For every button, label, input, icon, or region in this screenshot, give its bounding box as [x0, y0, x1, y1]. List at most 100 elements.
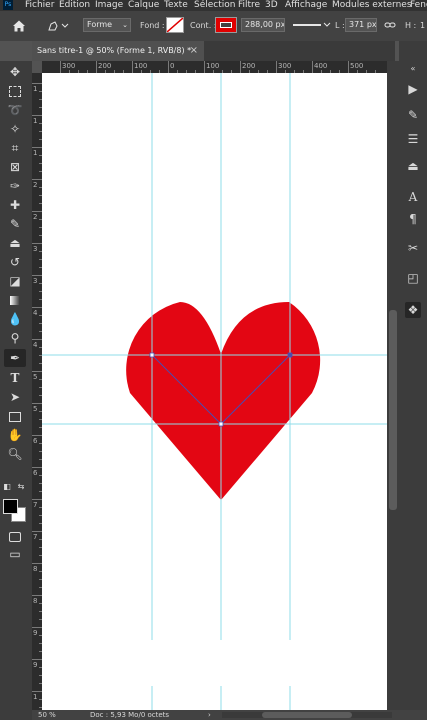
ruler-left-label: 9	[33, 629, 38, 637]
horizontal-scrollbar-thumb[interactable]	[262, 712, 352, 718]
ruler-left-tick	[32, 115, 42, 116]
ruler-top-tick	[168, 61, 169, 73]
adjustments-sliders-icon[interactable]: ☰	[405, 131, 421, 147]
ruler-left-tick	[32, 275, 42, 276]
tools-panel: ✥ ➰ ✧ ⌗ ⊠ ✑ ✚ ✎ ⏏ ↺ ◪ 💧 ⚲ ✒ T ➤ ✋ 🔍︎ ◧ ⇆…	[0, 61, 32, 720]
document-tab[interactable]: Sans titre-1 @ 50% (Forme 1, RVB/8) * ×	[32, 41, 204, 61]
ruler-left-tick	[32, 211, 42, 212]
horizontal-scrollbar[interactable]	[222, 712, 392, 718]
ruler-top-tick	[204, 61, 205, 73]
paragraph-icon[interactable]: ¶	[405, 211, 421, 227]
stroke-label: Cont. :	[190, 21, 217, 30]
quick-mask-icon[interactable]	[4, 527, 26, 545]
stroke-width-field[interactable]: 288,00 px	[241, 18, 285, 32]
ruler-left-label: 8	[33, 565, 38, 573]
type-tool-icon[interactable]: T	[4, 369, 26, 387]
move-tool-icon[interactable]: ✥	[4, 63, 26, 81]
collapse-panels-icon[interactable]: «	[405, 61, 421, 77]
ruler-left-tick	[32, 627, 42, 628]
close-icon[interactable]: ×	[190, 41, 198, 61]
swap-colors-icon[interactable]: ⇆	[16, 482, 26, 492]
magic-wand-tool-icon[interactable]: ✧	[4, 120, 26, 138]
zoom-tool-icon[interactable]: 🔍︎	[4, 445, 26, 463]
ruler-left-label: 1	[33, 117, 38, 125]
document-tab-title: Sans titre-1 @ 50% (Forme 1, RVB/8) *	[37, 46, 192, 55]
hand-tool-icon[interactable]: ✋	[4, 426, 26, 444]
anchor-point-right[interactable]	[287, 352, 293, 358]
pen-tool-icon[interactable]: ✒	[4, 349, 26, 367]
ruler-left-label: 8	[33, 597, 38, 605]
anchor-point-left[interactable]	[149, 352, 155, 358]
anchor-point-bottom[interactable]	[218, 421, 224, 427]
home-icon[interactable]	[12, 19, 26, 33]
menu-calque[interactable]: Calque	[128, 0, 159, 11]
menu-3d[interactable]: 3D	[265, 0, 278, 11]
brush-tool-icon[interactable]: ✎	[4, 215, 26, 233]
panel-dock: « ▶ ✎ ☰ ⏏ A ¶ ✂ ◰ ❖	[399, 41, 427, 720]
ruler-left-label: 2	[33, 181, 38, 189]
ruler-left-tick	[32, 595, 42, 596]
photoshop-logo-icon[interactable]: Ps	[3, 0, 13, 10]
menu-image[interactable]: Image	[95, 0, 123, 11]
dodge-tool-icon[interactable]: ⚲	[4, 329, 26, 347]
fill-swatch[interactable]	[166, 17, 184, 33]
heart-shape[interactable]	[126, 302, 321, 500]
ruler-top-label: 500	[350, 62, 364, 70]
brush-settings-icon[interactable]: ✎	[405, 107, 421, 123]
character-icon[interactable]: A	[405, 189, 421, 205]
ruler-top-label: 0	[170, 62, 175, 70]
menu-fenetre[interactable]: Fenê	[410, 0, 427, 11]
stamp-icon[interactable]: ⏏	[405, 158, 421, 174]
menu-selection[interactable]: Sélection	[194, 0, 235, 11]
menu-modules-externes[interactable]: Modules externes	[332, 0, 412, 11]
menu-fichier[interactable]: Fichier	[25, 0, 54, 11]
menu-filtre[interactable]: Filtre	[238, 0, 260, 11]
lasso-tool-icon[interactable]: ➰	[4, 101, 26, 119]
ruler-left-tick	[32, 563, 42, 564]
status-arrow-icon[interactable]: ›	[208, 710, 211, 720]
eyedropper-tool-icon[interactable]: ✑	[4, 177, 26, 195]
screen-mode-icon[interactable]: ▭	[4, 545, 26, 563]
menu-edition[interactable]: Edition	[59, 0, 90, 11]
ruler-left-tick	[32, 83, 42, 84]
marquee-tool-icon[interactable]	[4, 82, 26, 100]
crop-tool-icon[interactable]: ⌗	[4, 139, 26, 157]
ruler-left-label: 9	[33, 661, 38, 669]
menu-texte[interactable]: Texte	[164, 0, 188, 11]
eraser-tool-icon[interactable]: ◪	[4, 272, 26, 290]
history-brush-tool-icon[interactable]: ↺	[4, 253, 26, 271]
clone-stamp-tool-icon[interactable]: ⏏	[4, 234, 26, 252]
ruler-top-tick	[132, 61, 133, 73]
ruler-top-label: 300	[62, 62, 76, 70]
menu-affichage[interactable]: Affichage	[285, 0, 327, 11]
gradient-tool-icon[interactable]	[4, 291, 26, 309]
blur-tool-icon[interactable]: 💧	[4, 310, 26, 328]
ruler-top-tick	[60, 61, 61, 73]
navigator-icon[interactable]: ◰	[405, 270, 421, 286]
height-label: H :	[405, 21, 417, 30]
link-icon[interactable]	[384, 20, 396, 30]
ruler-left-tick	[32, 339, 42, 340]
ruler-left-tick	[32, 691, 42, 692]
scrollbar-thumb[interactable]	[389, 310, 397, 510]
shape-mode-select[interactable]: Forme ⌄	[83, 18, 131, 32]
ruler-top-label: 200	[98, 62, 112, 70]
foreground-color-swatch[interactable]	[3, 499, 18, 514]
menu-bar: Ps Fichier Edition Image Calque Texte Sé…	[0, 0, 427, 11]
document-canvas[interactable]	[42, 73, 387, 710]
default-colors-icon[interactable]: ◧	[2, 482, 12, 492]
rectangle-tool-icon[interactable]	[4, 407, 26, 425]
pen-tool-preset-icon[interactable]	[47, 20, 69, 32]
zoom-level[interactable]: 50 %	[38, 710, 56, 720]
document-tab-bar: Sans titre-1 @ 50% (Forme 1, RVB/8) * ×	[32, 41, 395, 61]
tools-crossed-icon[interactable]: ✂	[405, 240, 421, 256]
stroke-type-icon[interactable]	[291, 19, 331, 31]
width-field[interactable]: 371 px	[345, 18, 377, 32]
healing-brush-tool-icon[interactable]: ✚	[4, 196, 26, 214]
layers-icon[interactable]: ❖	[405, 302, 421, 318]
frame-tool-icon[interactable]: ⊠	[4, 158, 26, 176]
play-icon[interactable]: ▶	[405, 81, 421, 97]
stroke-swatch[interactable]	[215, 17, 237, 33]
ruler-left-tick	[32, 435, 42, 436]
path-selection-tool-icon[interactable]: ➤	[4, 388, 26, 406]
